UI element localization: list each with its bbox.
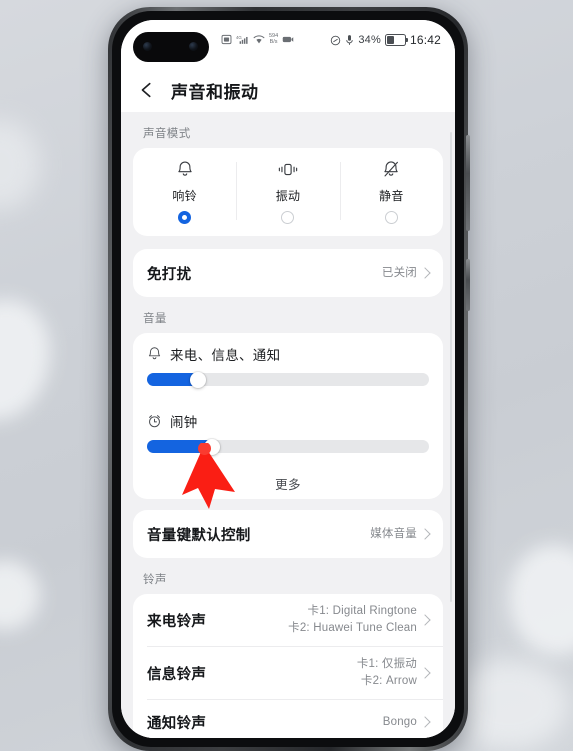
volume-slider-fill	[147, 440, 212, 453]
vertical-scrollbar[interactable]	[449, 132, 452, 602]
dnd-card: 免打扰 已关闭	[133, 249, 443, 297]
row-title: 通知铃声	[147, 715, 207, 732]
front-camera-lens-icon	[189, 42, 198, 51]
row-value: 已关闭	[381, 266, 417, 279]
row-right: 媒体音量	[370, 526, 431, 543]
sound-mode-option-ring[interactable]: 响铃	[133, 158, 236, 224]
sound-mode-radio[interactable]	[281, 211, 295, 224]
row-title: 来电铃声	[147, 613, 207, 630]
volume-slider-label: 来电、信息、通知	[170, 348, 281, 363]
row-title: 信息铃声	[147, 666, 207, 683]
row-value-line2: 卡2: Arrow	[360, 675, 417, 687]
back-arrow-icon[interactable]	[137, 80, 157, 100]
section-label-ringtone: 铃声	[143, 574, 167, 586]
sound-mode-radio[interactable]	[384, 211, 398, 224]
sound-mode-label: 响铃	[172, 189, 197, 203]
vibrate-icon	[277, 158, 299, 180]
background-bokeh-shape	[0, 120, 40, 210]
camera-cutout	[133, 32, 209, 62]
bell-icon	[176, 158, 194, 180]
volume-card: 来电、信息、通知 闹钟 更多	[133, 333, 443, 499]
row-value: Bongo	[382, 715, 417, 728]
volume-slider-calls: 来电、信息、通知	[133, 333, 443, 400]
section-label-volume: 音量	[143, 313, 167, 325]
row-value-line2: 卡2: Huawei Tune Clean	[288, 622, 417, 634]
volume-key-card: 音量键默认控制 媒体音量	[133, 510, 443, 558]
page-title: 声音和振动	[171, 82, 259, 102]
volume-slider-knob[interactable]	[189, 371, 206, 388]
chevron-right-icon	[419, 614, 431, 626]
battery-icon	[384, 34, 409, 46]
more-button[interactable]: 更多	[133, 467, 443, 499]
row-value: 卡1: Digital Ringtone 卡2: Huawei Tune Cle…	[288, 603, 417, 636]
battery-percent-label: 34%	[358, 34, 381, 46]
settings-scroll-area[interactable]: 声音模式 响铃 振动 静音 免打扰 已关闭 音量 来电、信息、通知 闹钟 更多 …	[121, 112, 455, 738]
row-right: 卡1: 仅振动 卡2: Arrow	[357, 656, 431, 689]
ringtone-card: 来电铃声 卡1: Digital Ringtone 卡2: Huawei Tun…	[133, 594, 443, 738]
bell-icon	[148, 347, 161, 360]
row-value-line1: 卡1: 仅振动	[356, 658, 417, 671]
background-bokeh-shape	[509, 545, 573, 655]
status-bar-right-icons: 34% 16:42	[330, 33, 441, 47]
sound-mode-radio[interactable]	[178, 211, 192, 224]
volume-rocker-button[interactable]	[466, 135, 470, 231]
battery-fill	[387, 36, 394, 44]
bell-muted-icon	[382, 158, 401, 180]
sound-mode-card: 响铃 振动 静音	[133, 148, 443, 236]
section-label-sound-mode: 声音模式	[143, 128, 191, 140]
status-bar: 4G 594 B/s 34% 16:42	[121, 20, 455, 68]
background-bokeh-shape	[0, 560, 40, 630]
phone-device: 4G 594 B/s 34% 16:42 声音和振动 声音模式 响铃 振动 静音…	[108, 7, 470, 751]
status-bar-left-icons: 4G 594 B/s	[221, 33, 294, 45]
clock-label: 16:42	[409, 33, 441, 47]
row-message-ringtone[interactable]: 信息铃声 卡1: 仅振动 卡2: Arrow	[133, 647, 443, 699]
volume-slider-knob[interactable]	[203, 438, 220, 455]
volume-slider-header: 来电、信息、通知	[147, 344, 429, 364]
sound-mode-label: 静音	[379, 189, 404, 203]
app-header: 声音和振动	[121, 68, 455, 112]
row-notification-ringtone[interactable]: 通知铃声 Bongo	[133, 700, 443, 738]
row-right: 已关闭	[381, 265, 431, 282]
chevron-right-icon	[419, 667, 431, 679]
background-bokeh-shape	[0, 300, 50, 420]
row-do-not-disturb[interactable]: 免打扰 已关闭	[133, 249, 443, 297]
sound-mode-option-silent[interactable]: 静音	[339, 158, 443, 224]
sim-card-icon	[221, 34, 232, 45]
row-right: 卡1: Digital Ringtone 卡2: Huawei Tune Cle…	[288, 603, 431, 636]
row-value: 媒体音量	[370, 527, 417, 540]
network-speed-unit: B/s	[269, 38, 278, 45]
row-value-line1: 卡1: Digital Ringtone	[307, 605, 417, 618]
sound-mode-option-vibrate[interactable]: 振动	[236, 158, 339, 224]
row-right: Bongo	[382, 714, 431, 731]
volume-slider-alarm: 闹钟	[133, 400, 443, 467]
sound-mode-label: 振动	[275, 189, 301, 203]
power-button[interactable]	[466, 259, 470, 311]
wifi-icon	[253, 35, 265, 44]
volume-slider-header: 闹钟	[147, 411, 429, 431]
sound-mode-selector: 响铃 振动 静音	[133, 148, 443, 236]
front-camera-lens-icon	[143, 42, 152, 51]
phone-screen: 4G 594 B/s 34% 16:42 声音和振动 声音模式 响铃 振动 静音…	[121, 20, 455, 738]
phone-bezel: 4G 594 B/s 34% 16:42 声音和振动 声音模式 响铃 振动 静音…	[112, 11, 464, 747]
vpn-icon	[282, 36, 294, 43]
signal-bars-icon: 4G	[236, 35, 248, 44]
network-speed-icon: 594 B/s	[269, 33, 278, 45]
mic-icon	[346, 35, 354, 45]
volume-slider-label: 闹钟	[170, 415, 198, 430]
location-off-icon	[331, 35, 341, 45]
row-volume-key-default[interactable]: 音量键默认控制 媒体音量	[133, 510, 443, 558]
more-button-label: 更多	[275, 477, 301, 492]
chevron-right-icon	[419, 267, 431, 279]
row-value: 卡1: 仅振动 卡2: Arrow	[357, 656, 417, 689]
alarm-icon	[149, 415, 160, 428]
chevron-right-icon	[419, 716, 431, 728]
row-title: 音量键默认控制	[147, 527, 251, 544]
volume-slider-track[interactable]	[147, 438, 429, 455]
chevron-right-icon	[419, 528, 431, 540]
row-incoming-call-ringtone[interactable]: 来电铃声 卡1: Digital Ringtone 卡2: Huawei Tun…	[133, 594, 443, 646]
row-title: 免打扰	[147, 266, 192, 283]
volume-slider-track[interactable]	[147, 371, 429, 388]
svg-text:4G: 4G	[236, 35, 242, 40]
